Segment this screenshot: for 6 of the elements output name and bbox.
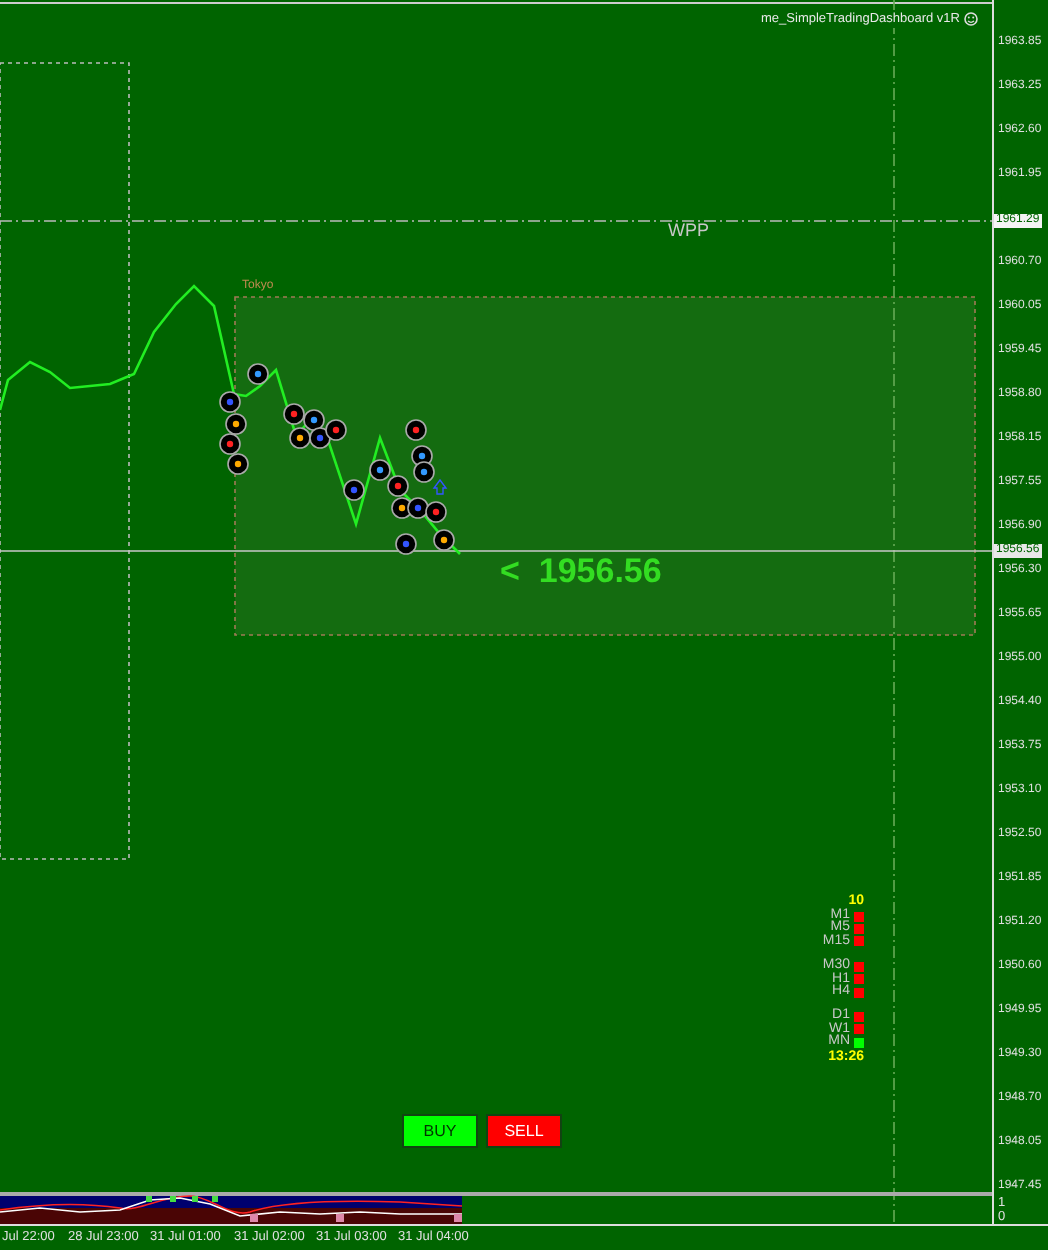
smiley-icon <box>964 12 978 26</box>
up-arrow-icon <box>432 478 448 495</box>
sell-button[interactable]: SELL <box>486 1114 562 1148</box>
buy-button[interactable]: BUY <box>402 1114 478 1148</box>
level-label: WPP <box>668 220 710 242</box>
bid-price-text: < 1956.56 <box>500 552 662 592</box>
